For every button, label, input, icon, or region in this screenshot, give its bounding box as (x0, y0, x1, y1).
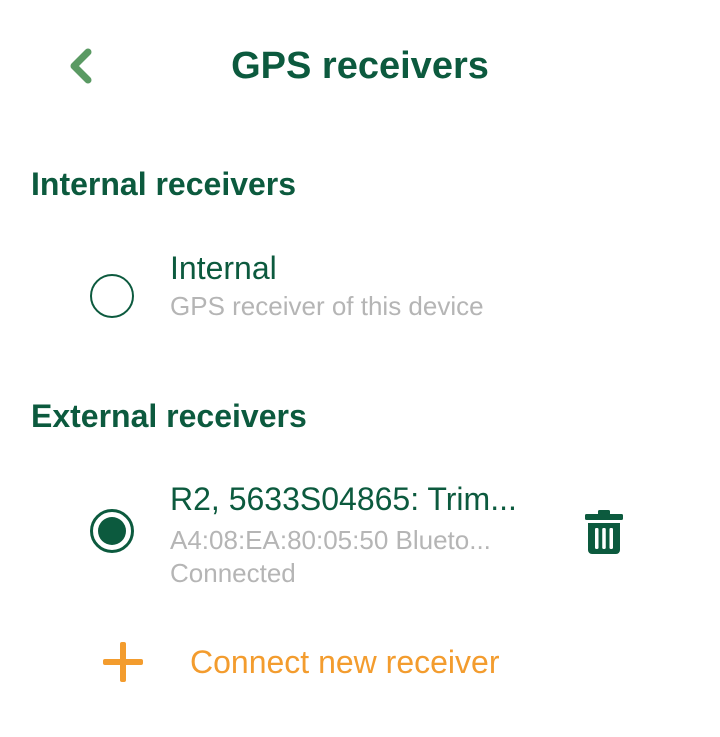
plus-icon (103, 642, 143, 682)
receiver-item-internal[interactable]: Internal GPS receiver of this device (60, 238, 660, 348)
section-heading-external: External receivers (31, 398, 307, 434)
radio-button-external[interactable] (90, 509, 134, 553)
radio-selected-dot (98, 517, 126, 545)
page-title: GPS receivers (231, 45, 489, 87)
receiver-description: GPS receiver of this device (170, 291, 484, 321)
delete-receiver-button[interactable] (576, 504, 632, 560)
receiver-status: Connected (170, 558, 296, 588)
radio-button-internal[interactable] (90, 274, 134, 318)
receiver-address: A4:08:EA:80:05:50 Blueto... (170, 525, 491, 555)
trash-icon (585, 510, 623, 554)
receiver-item-external[interactable]: R2, 5633S04865: Trim... A4:08:EA:80:05:5… (60, 470, 660, 600)
connect-new-receiver-label: Connect new receiver (190, 644, 500, 680)
section-heading-internal: Internal receivers (31, 166, 297, 202)
connect-new-receiver-button[interactable]: Connect new receiver (98, 634, 578, 690)
receiver-name: Internal (170, 250, 277, 286)
receiver-name: R2, 5633S04865: Trim... (170, 481, 517, 517)
